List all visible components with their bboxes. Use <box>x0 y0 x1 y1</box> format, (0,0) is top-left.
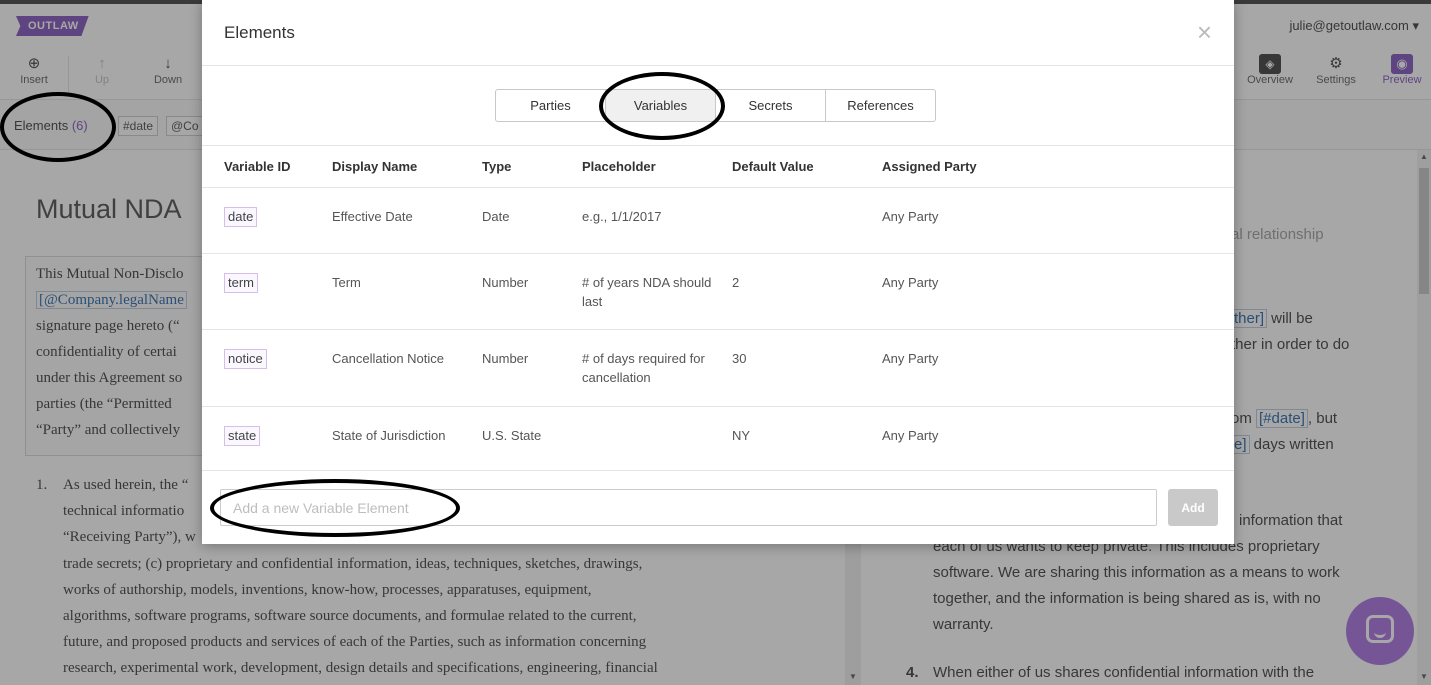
table-header-row: Variable ID Display Name Type Placeholde… <box>202 146 1234 188</box>
add-variable-button[interactable]: Add <box>1168 489 1218 526</box>
tab-references[interactable]: References <box>825 89 936 122</box>
placeholder-cell[interactable]: e.g., 1/1/2017 <box>582 187 732 254</box>
column-header: Variable ID <box>202 146 332 188</box>
display-name-cell[interactable]: Effective Date <box>332 187 482 254</box>
close-icon[interactable]: × <box>1197 18 1212 46</box>
tab-secrets[interactable]: Secrets <box>715 89 826 122</box>
add-variable-row: Add <box>202 471 1234 544</box>
placeholder-cell[interactable] <box>582 406 732 471</box>
variable-id[interactable]: term <box>224 272 258 293</box>
column-header: Type <box>482 146 582 188</box>
tab-variables[interactable]: Variables <box>605 89 716 122</box>
column-header: Assigned Party <box>882 146 1234 188</box>
table-row[interactable]: notice Cancellation Notice Number # of d… <box>202 329 1234 407</box>
table-row[interactable]: term Term Number # of years NDA should l… <box>202 253 1234 330</box>
display-name-cell[interactable]: Cancellation Notice <box>332 329 482 407</box>
default-value-cell[interactable]: 2 <box>732 253 882 330</box>
type-cell[interactable]: Number <box>482 329 582 407</box>
elements-modal: Elements × Parties Variables Secrets Ref… <box>202 0 1234 544</box>
placeholder-cell[interactable]: # of days required for cancellation <box>582 329 732 407</box>
element-type-tabs: Parties Variables Secrets References <box>495 89 936 122</box>
variable-id[interactable]: notice <box>224 348 267 369</box>
variables-table: Variable ID Display Name Type Placeholde… <box>202 146 1234 471</box>
assigned-party-cell[interactable]: Any Party <box>882 187 1234 254</box>
column-header: Display Name <box>332 146 482 188</box>
tab-parties[interactable]: Parties <box>495 89 606 122</box>
column-header: Placeholder <box>582 146 732 188</box>
type-cell[interactable]: Date <box>482 187 582 254</box>
modal-header: Elements × <box>202 0 1234 66</box>
display-name-cell[interactable]: State of Jurisdiction <box>332 406 482 471</box>
variable-id[interactable]: state <box>224 425 261 446</box>
variable-id[interactable]: date <box>224 206 258 227</box>
display-name-cell[interactable]: Term <box>332 253 482 330</box>
default-value-cell[interactable]: NY <box>732 406 882 471</box>
table-row[interactable]: date Effective Date Date e.g., 1/1/2017 … <box>202 187 1234 254</box>
type-cell[interactable]: Number <box>482 253 582 330</box>
assigned-party-cell[interactable]: Any Party <box>882 406 1234 471</box>
placeholder-cell[interactable]: # of years NDA should last <box>582 253 732 330</box>
assigned-party-cell[interactable]: Any Party <box>882 329 1234 407</box>
assigned-party-cell[interactable]: Any Party <box>882 253 1234 330</box>
modal-title: Elements <box>224 23 295 42</box>
column-header: Default Value <box>732 146 882 188</box>
table-row[interactable]: state State of Jurisdiction U.S. State N… <box>202 406 1234 471</box>
default-value-cell[interactable]: 30 <box>732 329 882 407</box>
type-cell[interactable]: U.S. State <box>482 406 582 471</box>
default-value-cell[interactable] <box>732 187 882 254</box>
add-variable-input[interactable] <box>220 489 1157 526</box>
